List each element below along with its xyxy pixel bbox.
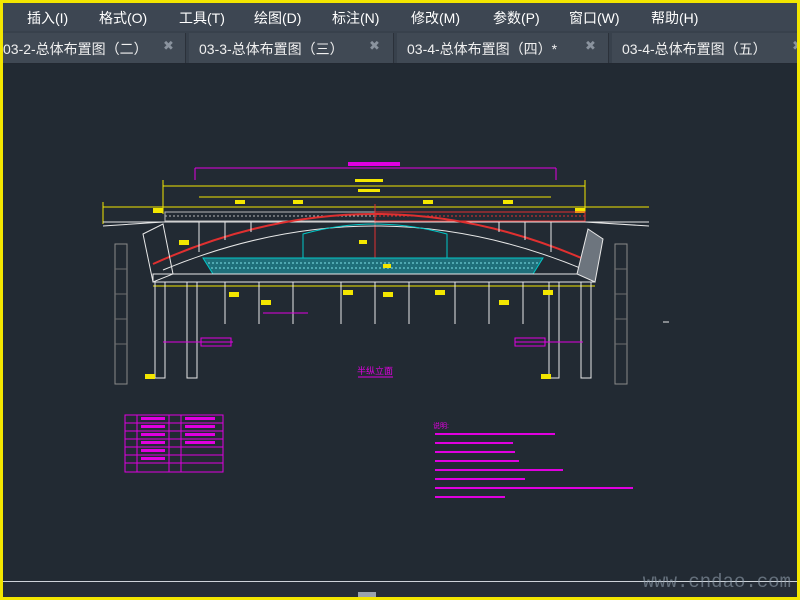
tab-drawing-2-label: 03-2-总体布置图（二） <box>3 41 148 57</box>
watermark-text: www.cndao.com <box>642 571 791 593</box>
notes-heading: 说明: <box>433 421 449 430</box>
notes-lines <box>435 433 633 498</box>
tab-drawing-3[interactable]: 03-3-总体布置图（三） ✖ <box>189 33 394 63</box>
borehole-left <box>114 243 128 385</box>
dim-text <box>293 200 303 204</box>
menu-modify[interactable]: 修改(M) <box>411 8 460 28</box>
tab-drawing-5-label: 03-4-总体布置图（五） <box>622 41 767 57</box>
tab-drawing-5[interactable]: 03-4-总体布置图（五） ✖ <box>612 33 797 63</box>
menu-dimension[interactable]: 标注(N) <box>332 8 379 28</box>
dim-text <box>503 200 513 204</box>
menu-draw[interactable]: 绘图(D) <box>254 8 301 28</box>
borehole-layers <box>115 268 627 345</box>
tab-drawing-5-close-icon[interactable]: ✖ <box>792 39 797 54</box>
dimension-text-mark <box>348 162 400 166</box>
tab-drawing-3-close-icon[interactable]: ✖ <box>369 39 380 54</box>
water-body <box>202 257 544 275</box>
right-abutment <box>576 228 604 283</box>
drawing-canvas[interactable]: 半纵立面 说明: <box>3 64 797 597</box>
dim-text <box>355 179 383 182</box>
menu-bar: 插入(I) 格式(O) 工具(T) 绘图(D) 标注(N) 修改(M) 参数(P… <box>3 3 797 31</box>
horizontal-scroll-thumb[interactable] <box>358 592 376 597</box>
dim-text <box>235 200 245 204</box>
tab-drawing-4[interactable]: 03-4-总体布置图（四）* ✖ <box>397 33 609 63</box>
menu-insert[interactable]: 插入(I) <box>27 8 68 28</box>
left-abutment <box>142 223 174 283</box>
tab-drawing-2[interactable]: 03-2-总体布置图（二） ✖ <box>3 33 186 63</box>
menu-tools[interactable]: 工具(T) <box>179 8 225 28</box>
app-window: 插入(I) 格式(O) 工具(T) 绘图(D) 标注(N) 修改(M) 参数(P… <box>0 0 800 600</box>
menu-window[interactable]: 窗口(W) <box>569 8 620 28</box>
piles <box>154 281 592 379</box>
menu-help[interactable]: 帮助(H) <box>651 8 698 28</box>
tab-drawing-4-label: 03-4-总体布置图（四）* <box>407 41 558 57</box>
document-tab-bar: 03-2-总体布置图（二） ✖ 03-3-总体布置图（三） ✖ 03-4-总体布… <box>3 31 797 64</box>
tab-drawing-3-label: 03-3-总体布置图（三） <box>199 41 344 57</box>
tab-drawing-2-close-icon[interactable]: ✖ <box>163 39 174 54</box>
view-title: 半纵立面 <box>357 365 393 376</box>
tab-drawing-4-close-icon[interactable]: ✖ <box>585 39 596 54</box>
elevation-mark <box>153 208 163 213</box>
borehole-right <box>614 243 628 385</box>
foundation-beam <box>152 273 596 283</box>
dim-text <box>423 200 433 204</box>
menu-parameters[interactable]: 参数(P) <box>493 8 540 28</box>
menu-format[interactable]: 格式(O) <box>99 8 147 28</box>
bridge-elevation-drawing: 半纵立面 说明: <box>102 162 669 498</box>
dim-text <box>358 189 380 192</box>
